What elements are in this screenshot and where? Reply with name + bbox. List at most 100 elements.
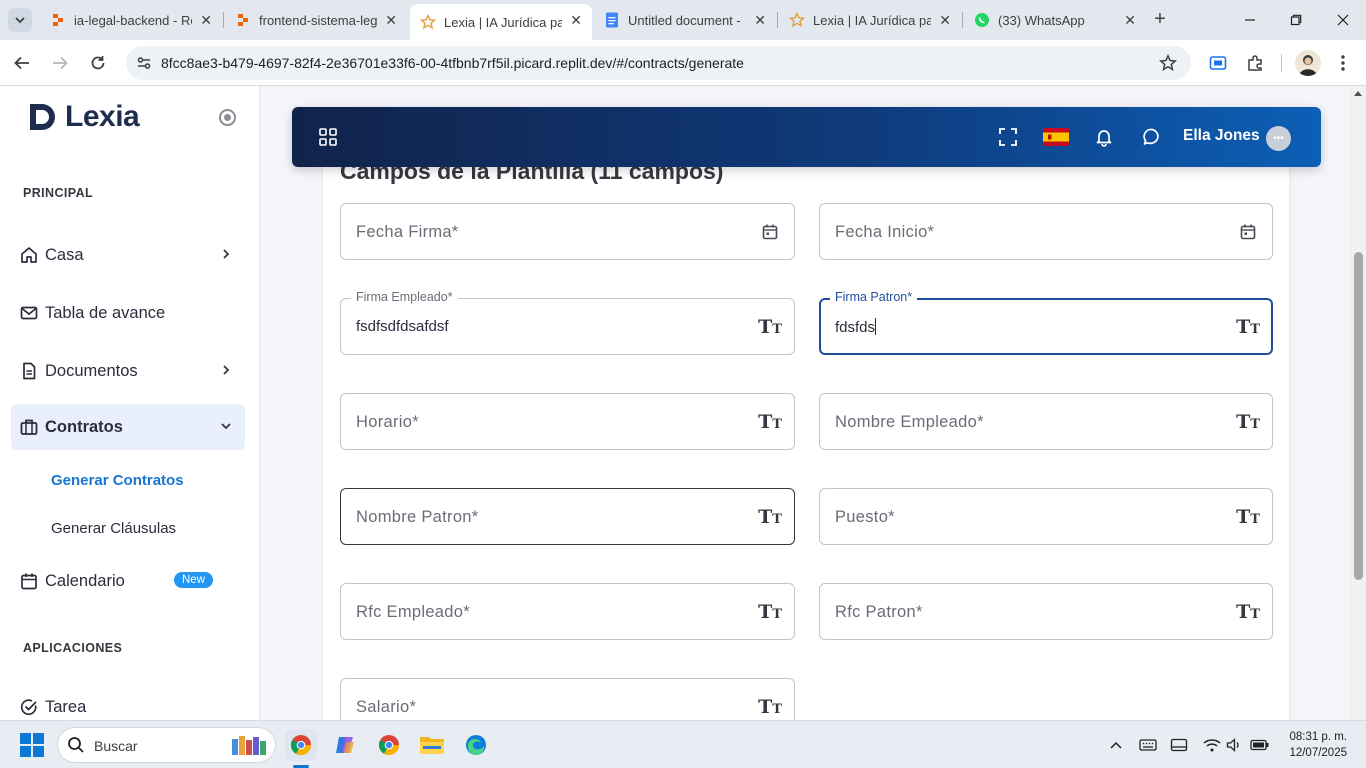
browser-tab-strip: ia-legal-backend - Re ✕ frontend-sistema… — [0, 0, 1366, 40]
tab-title: (33) WhatsApp — [998, 12, 1085, 28]
sidebar-subitem-generar-contratos[interactable]: Generar Contratos — [51, 472, 184, 489]
fecha-inicio-field[interactable]: Fecha Inicio* — [819, 203, 1273, 260]
search-placeholder: Buscar — [94, 738, 138, 754]
browser-toolbar: 8fcc8ae3-b479-4697-82f4-2e36701e33f6-00-… — [0, 40, 1366, 86]
sidebar-item-tabla-de-avance[interactable]: Tabla de avance — [11, 290, 245, 336]
notification-bell-icon[interactable] — [1092, 125, 1116, 149]
rfc-empleado-field[interactable]: Rfc Empleado* TT — [340, 583, 795, 640]
browser-tab[interactable]: ia-legal-backend - Re ✕ — [40, 4, 222, 36]
battery-icon[interactable] — [1250, 735, 1270, 755]
tab-title: Lexia | IA Jurídica par — [444, 14, 562, 30]
close-tab-icon[interactable]: ✕ — [385, 12, 397, 29]
tray-chevron-up-icon[interactable] — [1106, 735, 1126, 755]
close-tab-icon[interactable]: ✕ — [939, 12, 951, 29]
sidebar-item-calendario[interactable]: Calendario New — [11, 558, 245, 604]
wifi-icon[interactable] — [1202, 735, 1222, 755]
rfc-patron-field[interactable]: Rfc Patron* TT — [819, 583, 1273, 640]
calendar-icon[interactable] — [1237, 221, 1259, 243]
document-icon — [19, 361, 39, 381]
spain-flag-icon[interactable] — [1042, 125, 1070, 149]
nombre-empleado-field[interactable]: Nombre Empleado* TT — [819, 393, 1273, 450]
taskbar-file-explorer-icon[interactable] — [416, 729, 448, 761]
field-label: Firma Empleado* — [351, 290, 458, 304]
scrollbar-thumb[interactable] — [1354, 252, 1363, 580]
field-label: Firma Patron* — [830, 290, 918, 304]
browser-tab[interactable]: Lexia | IA Jurídica par ✕ — [779, 4, 961, 36]
keyboard-icon[interactable] — [1138, 735, 1158, 755]
taskbar-chrome-icon[interactable] — [373, 729, 405, 761]
browser-tab[interactable]: Untitled document - ✕ — [594, 4, 776, 36]
apps-grid-icon[interactable] — [316, 125, 340, 149]
lexia-logo-icon — [30, 104, 55, 130]
taskbar-search[interactable]: Buscar — [57, 727, 276, 763]
brand-logo[interactable]: Lexia — [27, 100, 140, 134]
close-tab-icon[interactable]: ✕ — [570, 12, 582, 29]
field-label: Salario* — [356, 698, 417, 716]
windows-start-icon[interactable] — [20, 733, 44, 757]
browser-tab[interactable]: (33) WhatsApp ✕ — [964, 4, 1146, 36]
close-tab-icon[interactable]: ✕ — [1124, 12, 1136, 29]
taskbar-edge-icon[interactable] — [460, 729, 492, 761]
field-label: Rfc Patron* — [835, 603, 923, 621]
nombre-patron-field[interactable]: Nombre Patron* TT — [340, 488, 795, 545]
url-text: 8fcc8ae3-b479-4697-82f4-2e36701e33f6-00-… — [161, 55, 744, 71]
display-icon[interactable] — [1169, 735, 1189, 755]
sidebar-subitem-generar-clausulas[interactable]: Generar Cláusulas — [51, 520, 176, 537]
forward-button[interactable] — [48, 51, 72, 75]
calendar-icon[interactable] — [759, 221, 781, 243]
close-window-button[interactable] — [1329, 6, 1357, 34]
sidebar: Lexia PRINCIPAL Casa Tabla de avance Doc… — [0, 86, 260, 720]
user-avatar[interactable]: ••• — [1266, 126, 1291, 151]
field-label: Horario* — [356, 413, 419, 431]
extensions-icon[interactable] — [1243, 51, 1267, 75]
new-tab-button[interactable]: + — [1148, 8, 1172, 32]
fecha-firma-field[interactable]: Fecha Firma* — [340, 203, 795, 260]
firma-empleado-field[interactable]: Firma Empleado* fsdfsdfdsafdsf TT — [340, 290, 795, 355]
sidebar-item-casa[interactable]: Casa — [11, 232, 245, 278]
chevron-right-icon — [219, 363, 233, 382]
field-value: fdsfds — [835, 318, 877, 336]
field-value: fsdfsdfdsafdsf — [356, 318, 449, 335]
profile-avatar[interactable] — [1295, 50, 1321, 76]
tab-title: Lexia | IA Jurídica par — [813, 12, 931, 28]
browser-menu-icon[interactable] — [1331, 51, 1355, 75]
firma-patron-field[interactable]: Firma Patron* fdsfds TT — [819, 290, 1273, 355]
back-button[interactable] — [10, 51, 34, 75]
text-caret — [875, 318, 877, 335]
site-settings-icon[interactable] — [136, 55, 152, 76]
minimize-button[interactable] — [1236, 6, 1264, 34]
bookmark-star-icon[interactable] — [1158, 53, 1178, 77]
sidebar-item-tarea[interactable]: Tarea — [11, 684, 245, 720]
puesto-field[interactable]: Puesto* TT — [819, 488, 1273, 545]
horario-field[interactable]: Horario* TT — [340, 393, 795, 450]
star-favicon-icon — [789, 12, 805, 28]
field-label: Nombre Empleado* — [835, 413, 984, 431]
salario-field[interactable]: Salario* TT — [340, 678, 795, 720]
volume-icon[interactable] — [1224, 735, 1244, 755]
browser-tab[interactable]: frontend-sistema-leg ✕ — [225, 4, 407, 36]
chevron-right-icon — [219, 247, 233, 266]
sidebar-item-contratos[interactable]: Contratos — [11, 404, 245, 450]
browser-tab-active[interactable]: Lexia | IA Jurídica par ✕ — [410, 4, 592, 40]
taskbar-copilot-icon[interactable] — [329, 729, 361, 761]
page-scrollbar[interactable] — [1350, 86, 1366, 720]
system-clock[interactable]: 08:31 p. m. 12/07/2025 — [1289, 729, 1347, 761]
fullscreen-icon[interactable] — [996, 125, 1020, 149]
sidebar-item-label: Casa — [45, 245, 84, 264]
chat-icon[interactable] — [1140, 125, 1164, 149]
close-tab-icon[interactable]: ✕ — [754, 12, 766, 29]
address-bar[interactable]: 8fcc8ae3-b479-4697-82f4-2e36701e33f6-00-… — [126, 46, 1191, 80]
sidebar-pin-toggle[interactable] — [219, 109, 236, 126]
mail-icon — [19, 303, 39, 323]
cast-icon[interactable] — [1206, 51, 1230, 75]
taskbar-chrome-profile-icon[interactable] — [285, 729, 317, 761]
reload-button[interactable] — [86, 51, 110, 75]
user-name[interactable]: Ella Jones — [1183, 127, 1260, 145]
tab-search-button[interactable] — [8, 8, 32, 32]
sidebar-item-label: Contratos — [45, 417, 123, 436]
sidebar-item-documentos[interactable]: Documentos — [11, 348, 245, 394]
sidebar-item-label: Documentos — [45, 361, 138, 380]
maximize-button[interactable] — [1282, 6, 1310, 34]
close-tab-icon[interactable]: ✕ — [200, 12, 212, 29]
star-favicon-icon — [420, 14, 436, 30]
